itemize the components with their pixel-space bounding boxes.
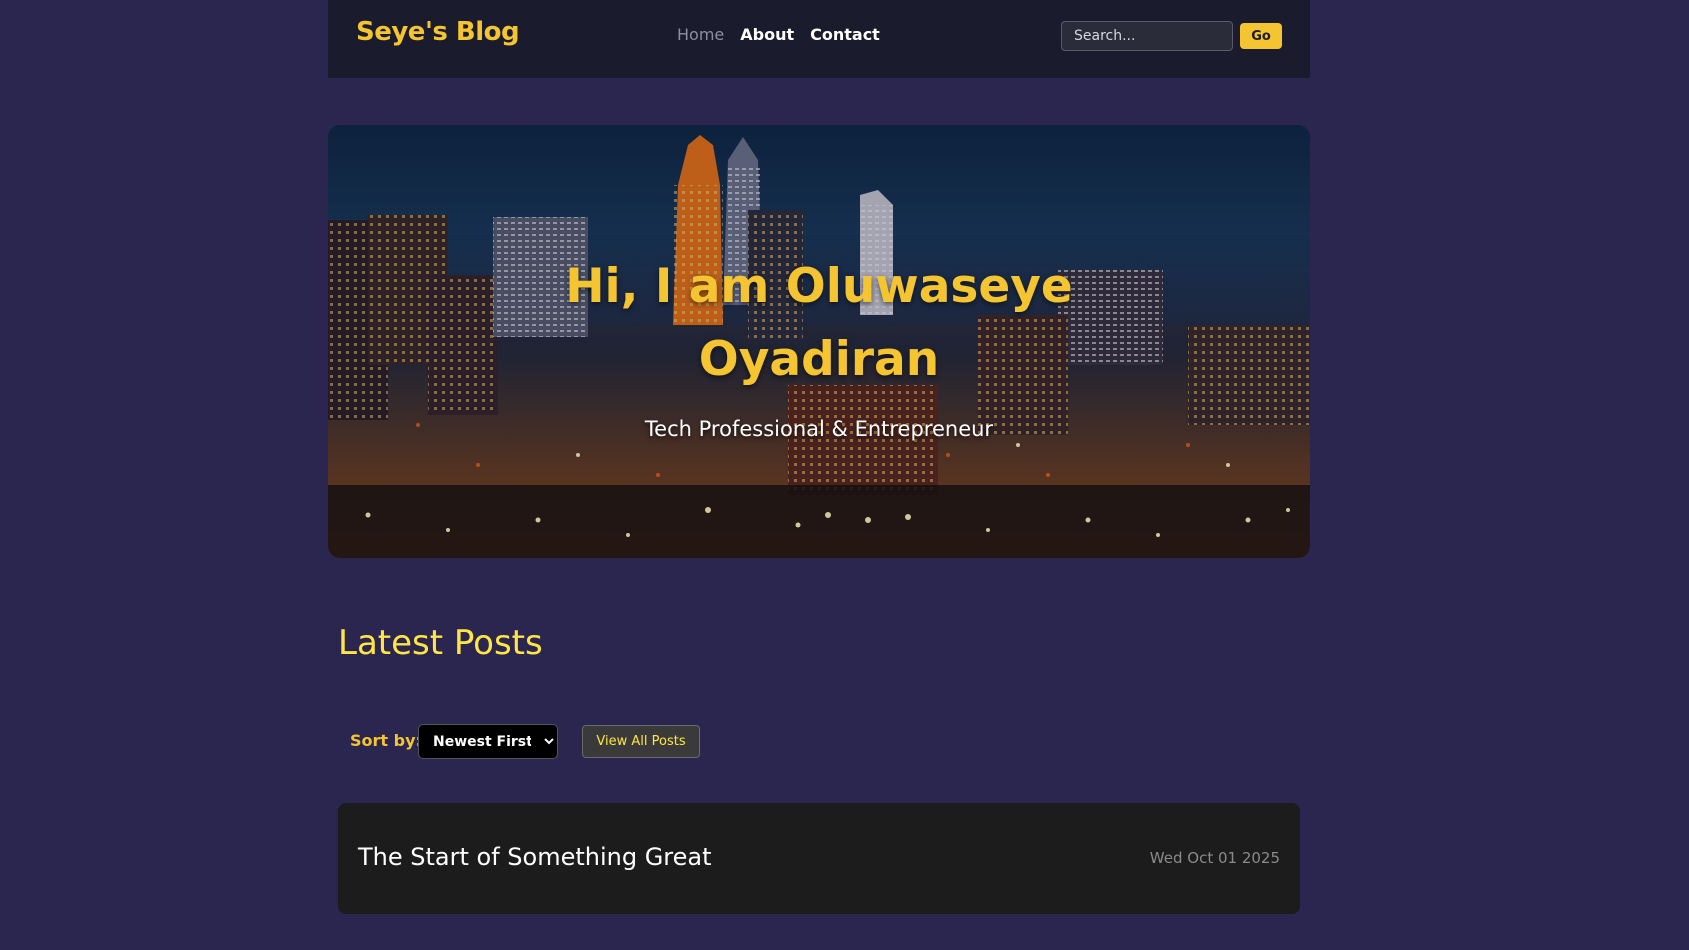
hero-subtitle: Tech Professional & Entrepreneur [644, 417, 994, 441]
sort-select[interactable]: Newest First [418, 724, 558, 759]
page: Seye's Blog Home About Contact Go [0, 0, 1689, 950]
post-title[interactable]: The Start of Something Great [358, 843, 712, 871]
latest-posts-heading: Latest Posts [338, 623, 543, 663]
hero-title: Hi, I am Oluwaseye Oyadiran [328, 250, 1310, 396]
view-all-posts-button[interactable]: View All Posts [582, 725, 700, 758]
nav-link-contact[interactable]: Contact [810, 25, 880, 44]
brand-logo[interactable]: Seye's Blog [356, 17, 520, 47]
post-card[interactable]: The Start of Something Great Wed Oct 01 … [338, 803, 1300, 914]
search-go-button[interactable]: Go [1240, 23, 1282, 49]
hero-title-line1: Hi, I am Oluwaseye [565, 259, 1073, 314]
nav-link-home[interactable]: Home [677, 25, 724, 44]
hero-banner: Hi, I am Oluwaseye Oyadiran Tech Profess… [328, 125, 1310, 558]
nav-links: Home About Contact [677, 25, 880, 44]
hero-title-line2: Oyadiran [698, 332, 940, 387]
post-date: Wed Oct 01 2025 [1149, 849, 1280, 867]
sort-label: Sort by: [350, 731, 422, 750]
navbar: Seye's Blog Home About Contact Go [328, 0, 1310, 78]
nav-link-about[interactable]: About [740, 25, 794, 44]
search-input[interactable] [1061, 21, 1233, 51]
